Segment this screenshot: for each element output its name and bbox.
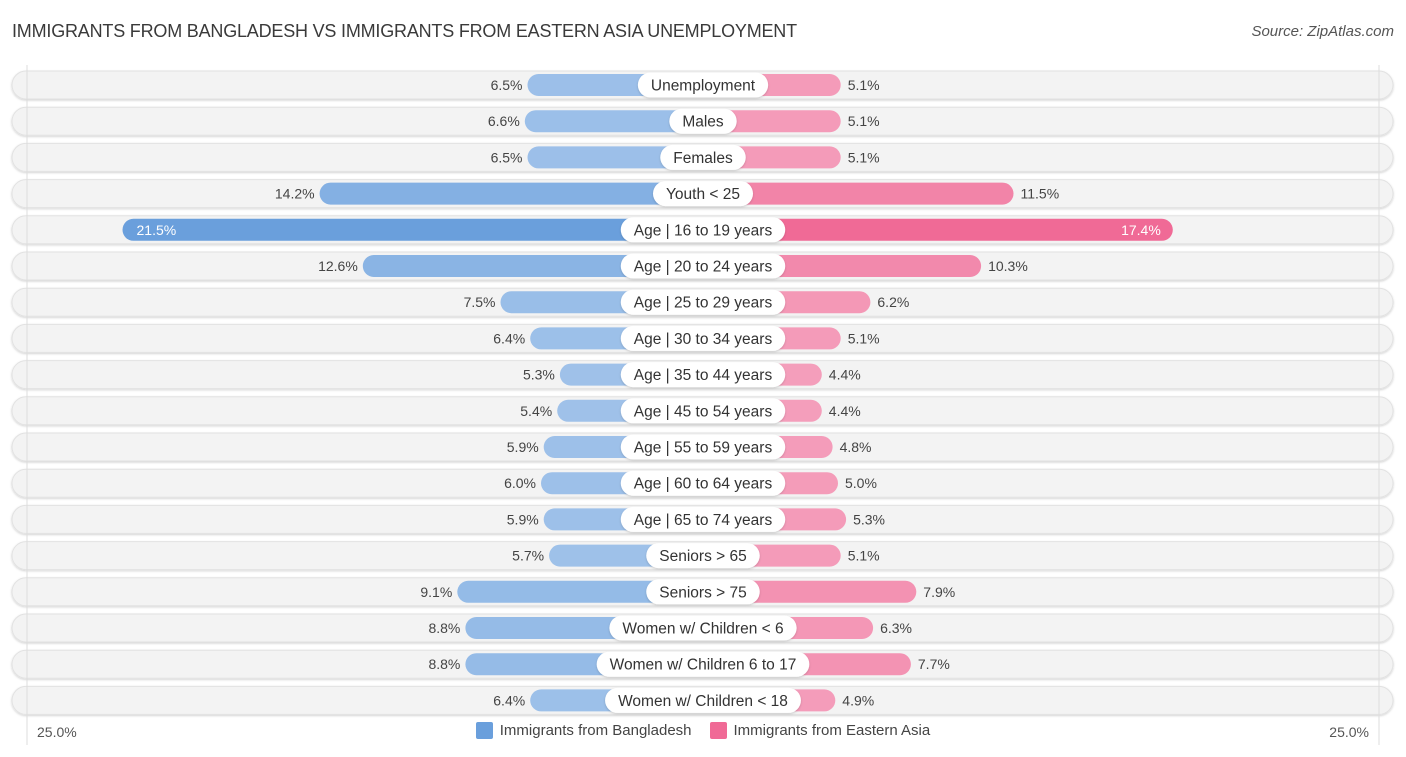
category-label: Age | 55 to 59 years	[634, 440, 773, 457]
value-label-eastern-asia: 7.9%	[923, 584, 955, 600]
category-label: Age | 30 to 34 years	[634, 331, 773, 348]
value-label-eastern-asia: 4.4%	[829, 367, 861, 383]
value-label-bangladesh: 5.3%	[523, 367, 555, 383]
table-row: 5.9% 5.3% Age | 65 to 74 years	[11, 504, 1394, 534]
value-label-eastern-asia: 10.3%	[988, 258, 1028, 274]
value-label-eastern-asia: 5.1%	[848, 113, 880, 129]
value-label-bangladesh: 6.0%	[504, 475, 536, 491]
legend-item-eastern-asia[interactable]: Immigrants from Eastern Asia	[709, 722, 931, 739]
value-label-bangladesh: 6.5%	[491, 77, 523, 93]
category-label: Seniors > 75	[659, 584, 746, 601]
value-label-bangladesh: 5.9%	[507, 511, 539, 527]
value-label-eastern-asia: 4.8%	[840, 439, 872, 455]
category-label: Age | 20 to 24 years	[634, 259, 773, 276]
value-label-bangladesh: 6.5%	[491, 149, 523, 165]
value-label-eastern-asia: 4.4%	[829, 403, 861, 419]
value-label-bangladesh: 12.6%	[318, 258, 358, 274]
table-row: 6.5% 5.1% Unemployment	[11, 70, 1394, 100]
value-label-bangladesh: 6.4%	[493, 330, 525, 346]
value-label-bangladesh: 6.4%	[493, 692, 525, 708]
value-label-eastern-asia: 7.7%	[918, 656, 950, 672]
table-row: 12.6% 10.3% Age | 20 to 24 years	[11, 251, 1394, 281]
value-label-eastern-asia: 17.4%	[1121, 222, 1161, 238]
legend-label-eastern-asia: Immigrants from Eastern Asia	[733, 722, 931, 739]
value-label-bangladesh: 5.7%	[512, 548, 544, 564]
category-label: Age | 35 to 44 years	[634, 367, 773, 384]
value-label-eastern-asia: 5.1%	[848, 548, 880, 564]
table-row: 6.4% 4.9% Women w/ Children < 18	[11, 685, 1394, 715]
value-label-eastern-asia: 5.1%	[848, 149, 880, 165]
value-label-bangladesh: 8.8%	[428, 620, 460, 636]
table-row: 7.5% 6.2% Age | 25 to 29 years	[11, 287, 1394, 317]
value-label-bangladesh: 14.2%	[275, 186, 315, 202]
category-label: Age | 60 to 64 years	[634, 476, 773, 493]
category-label: Women w/ Children < 18	[618, 693, 788, 710]
value-label-bangladesh: 6.6%	[488, 113, 520, 129]
value-label-eastern-asia: 5.1%	[848, 330, 880, 346]
chart-area: 6.5% 5.1% Unemployment 6.6% 5.1% Males 6.5% 5.1…	[11, 65, 1394, 745]
category-label: Women w/ Children < 6	[622, 621, 783, 638]
value-label-bangladesh: 5.9%	[507, 439, 539, 455]
value-label-eastern-asia: 6.2%	[877, 294, 909, 310]
legend-label-bangladesh: Immigrants from Bangladesh	[499, 722, 692, 739]
category-label: Women w/ Children 6 to 17	[610, 657, 797, 674]
category-label: Seniors > 65	[659, 548, 746, 565]
category-label: Age | 25 to 29 years	[634, 295, 773, 312]
value-label-bangladesh: 5.4%	[520, 403, 552, 419]
table-row: 5.9% 4.8% Age | 55 to 59 years	[11, 432, 1394, 462]
value-label-bangladesh: 21.5%	[137, 222, 177, 238]
table-row: 5.3% 4.4% Age | 35 to 44 years	[11, 360, 1394, 390]
table-row: 6.6% 5.1% Males	[11, 106, 1394, 136]
category-label: Males	[682, 114, 724, 131]
value-label-bangladesh: 8.8%	[428, 656, 460, 672]
value-label-eastern-asia: 5.1%	[848, 77, 880, 93]
table-row: 8.8% 7.7% Women w/ Children 6 to 17	[11, 649, 1394, 679]
table-row: 6.0% 5.0% Age | 60 to 64 years	[11, 468, 1394, 498]
category-label: Females	[673, 150, 733, 167]
legend-item-bangladesh[interactable]: Immigrants from Bangladesh	[475, 722, 692, 739]
legend: Immigrants from Bangladesh Immigrants fr…	[0, 722, 1406, 739]
category-label: Youth < 25	[666, 186, 740, 203]
value-label-eastern-asia: 5.3%	[853, 511, 885, 527]
category-label: Age | 16 to 19 years	[634, 222, 773, 239]
category-label: Age | 45 to 54 years	[634, 403, 773, 420]
legend-swatch-bangladesh	[475, 722, 493, 739]
table-row: 6.5% 5.1% Females	[11, 142, 1394, 172]
value-label-bangladesh: 7.5%	[464, 294, 496, 310]
table-row: 14.2% 11.5% Youth < 25	[11, 179, 1394, 209]
value-label-bangladesh: 9.1%	[420, 584, 452, 600]
value-label-eastern-asia: 4.9%	[842, 692, 874, 708]
table-row: 8.8% 6.3% Women w/ Children < 6	[11, 613, 1394, 643]
table-row: 5.7% 5.1% Seniors > 65	[11, 541, 1394, 571]
legend-swatch-eastern-asia	[709, 722, 727, 739]
table-row: 5.4% 4.4% Age | 45 to 54 years	[11, 396, 1394, 426]
table-row: 9.1% 7.9% Seniors > 75	[11, 577, 1394, 607]
table-row: 21.5% 17.4% Age | 16 to 19 years	[11, 215, 1394, 245]
table-row: 6.4% 5.1% Age | 30 to 34 years	[11, 323, 1394, 353]
category-label: Unemployment	[651, 78, 756, 95]
category-label: Age | 65 to 74 years	[634, 512, 773, 529]
value-label-eastern-asia: 6.3%	[880, 620, 912, 636]
value-label-eastern-asia: 5.0%	[845, 475, 877, 491]
value-label-eastern-asia: 11.5%	[1021, 186, 1060, 202]
